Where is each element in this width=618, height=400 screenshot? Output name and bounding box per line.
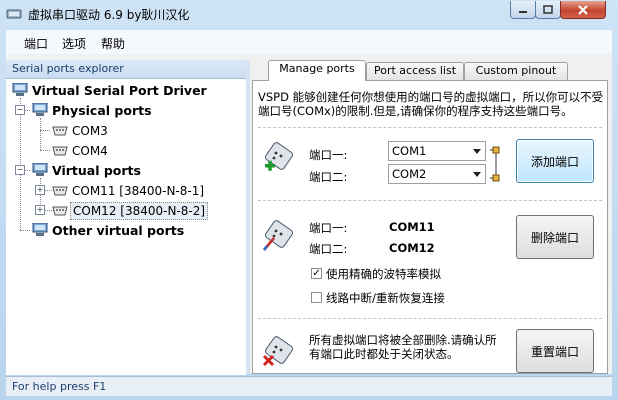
computer-icon [32,163,48,176]
tree-line [40,118,41,150]
menu-bar: 端口 选项 帮助 [6,30,612,54]
title-bar[interactable]: 虚拟串口驱动 6.9 by耿川汉化 [0,0,618,28]
computer-icon [32,103,48,116]
tree-group-virtual[interactable]: Virtual ports [52,163,141,178]
tab-port-access-list[interactable]: Port access list [366,62,464,80]
remove-port2-label: 端口二: [309,242,348,256]
baud-rate-label[interactable]: 使用精确的波特率模拟 [326,266,441,282]
serial-port-icon [52,186,68,196]
menu-port[interactable]: 端口 [24,35,48,52]
expand-toggle[interactable]: + [35,185,45,195]
app-icon [6,9,22,19]
reset-description: 所有虚拟端口将被全部删除.请确认所有端口此时都处于关闭状态。 [309,333,497,361]
tree-root[interactable]: Virtual Serial Port Driver [32,83,207,98]
menu-options[interactable]: 选项 [62,35,86,52]
tree-item-com11[interactable]: COM11 [38400-N-8-1] [72,184,204,198]
tree-item-com3[interactable]: COM3 [72,124,108,138]
section-divider [258,200,602,201]
window-title: 虚拟串口驱动 6.9 by耿川汉化 [28,8,190,22]
menu-help[interactable]: 帮助 [101,35,125,52]
remove-port2-value: COM12 [389,241,435,255]
reset-ports-icon [262,336,294,367]
port2-select-value: COM2 [392,167,427,181]
collapse-toggle[interactable]: − [15,105,25,115]
tree-line [20,98,21,230]
close-icon [578,4,588,15]
add-port2-label: 端口二: [309,170,348,184]
pair-bracket-icon [490,146,500,182]
remove-port-icon [262,220,294,251]
baud-rate-checkbox[interactable]: ✓ [311,268,322,279]
add-port-button[interactable]: 添加端口 [516,139,594,183]
minimize-icon [519,10,527,13]
tree-line [40,130,50,131]
remove-port1-value: COM11 [389,220,435,234]
port1-select[interactable]: COM1 [388,141,486,161]
collapse-toggle[interactable]: − [15,165,25,175]
tree-item-com4[interactable]: COM4 [72,144,108,158]
chevron-down-icon [473,172,481,177]
intro-text: VSPD 能够创建任何你想使用的端口号的虚拟端口，所以你可以不受端口号(COMx… [258,90,604,118]
minimize-button[interactable] [510,1,536,19]
chevron-down-icon [473,149,481,154]
expand-toggle[interactable]: + [35,205,45,215]
tree-group-other[interactable]: Other virtual ports [52,223,184,238]
tree-line [40,150,50,151]
line-break-checkbox[interactable] [311,292,322,303]
reset-ports-button-label: 重置端口 [530,344,579,359]
reset-ports-button[interactable]: 重置端口 [516,329,594,373]
maximize-icon [543,4,553,14]
app-window: 虚拟串口驱动 6.9 by耿川汉化 端口 选项 帮助 Serial ports … [0,0,618,400]
remove-port-button-label: 删除端口 [530,230,579,245]
tree-item-com12[interactable]: COM12 [38400-N-8-2] [70,202,209,220]
section-divider [258,318,602,319]
explorer-header: Serial ports explorer [6,60,246,78]
computer-icon [32,223,48,236]
section-divider [258,127,602,128]
tree-group-physical[interactable]: Physical ports [52,103,152,118]
port2-select[interactable]: COM2 [388,164,486,184]
tab-custom-pinout[interactable]: Custom pinout [464,62,568,80]
tab-manage-ports[interactable]: Manage ports [268,60,366,81]
remove-port1-label: 端口一: [309,221,348,235]
close-button[interactable] [560,1,606,19]
line-break-label[interactable]: 线路中断/重新恢复连接 [326,290,445,306]
port1-select-value: COM1 [392,144,427,158]
maximize-button[interactable] [535,1,561,19]
serial-port-icon [52,206,68,216]
add-port-button-label: 添加端口 [530,154,579,169]
remove-port-button[interactable]: 删除端口 [516,215,594,259]
tree-line [20,230,30,231]
add-port1-label: 端口一: [309,148,348,162]
computer-icon [12,83,28,96]
serial-port-icon [52,146,68,156]
serial-port-icon [52,126,68,136]
add-port-icon [264,142,294,171]
status-bar: For help press F1 [6,376,612,396]
